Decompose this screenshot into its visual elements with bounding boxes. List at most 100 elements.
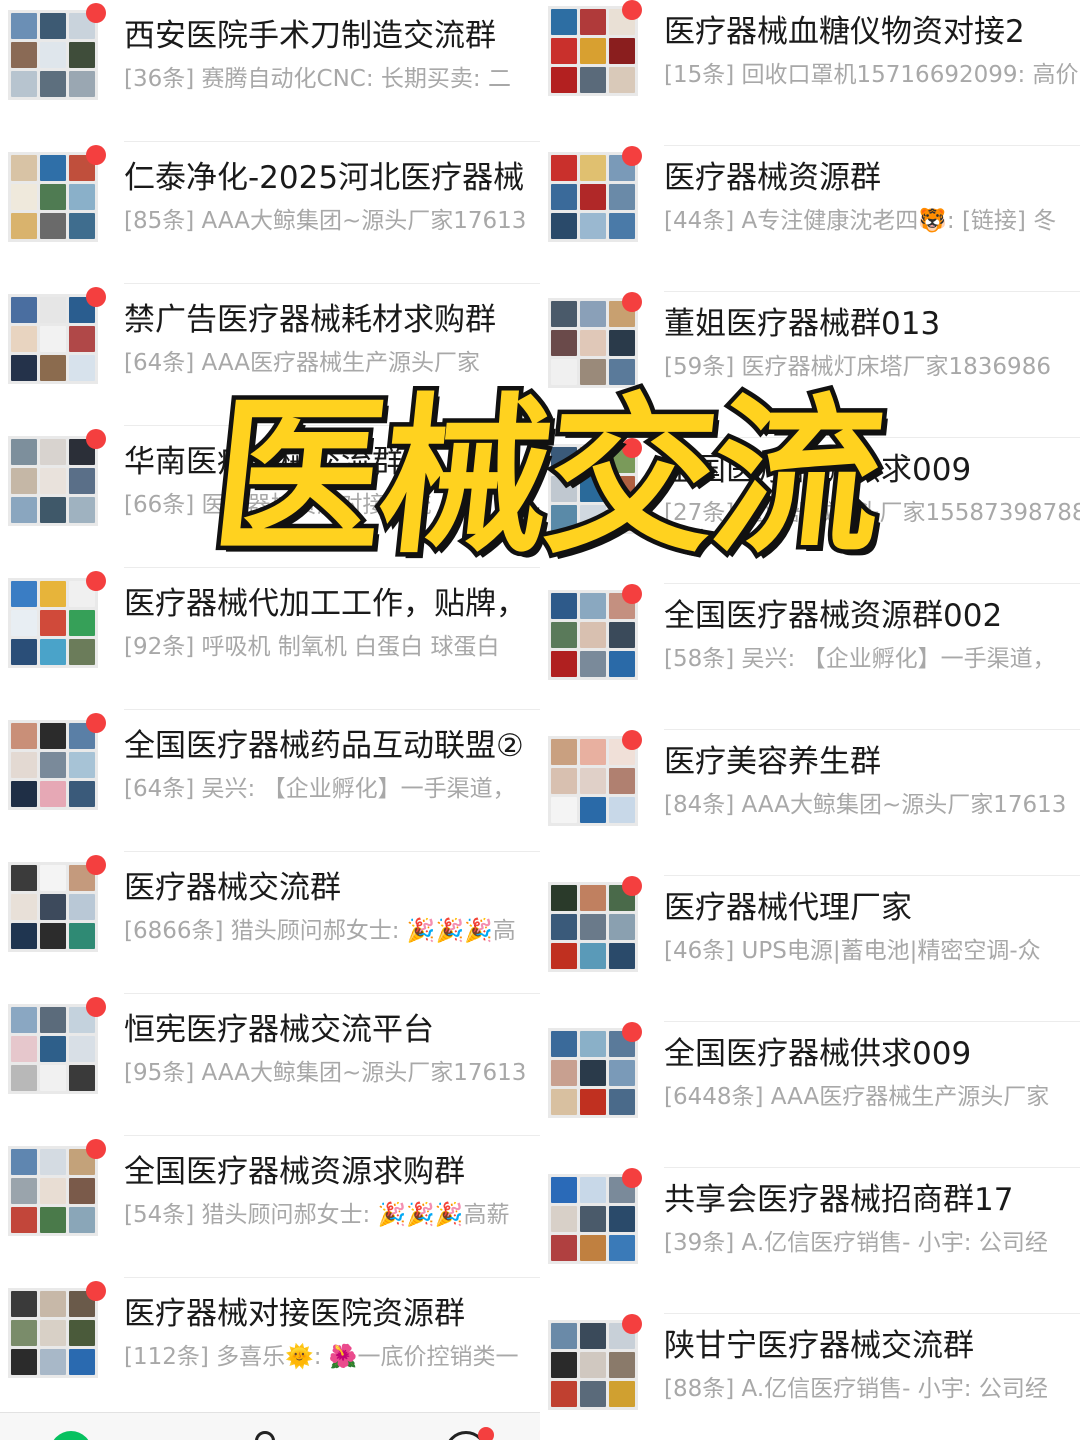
chat-list-item[interactable]: 全国医疗器械资源求购群 [54条] 猎头顾问郝女士: 🎉🎉🎉高薪 <box>0 1136 540 1278</box>
chat-title: 全国医疗器械供求009 <box>664 452 972 488</box>
avatar-tile <box>11 184 37 210</box>
chat-list-item[interactable]: 全国医疗器械资源群002 [58条] 吴兴: 【企业孵化】一手渠道， <box>540 584 1080 730</box>
avatar-tile <box>40 297 66 323</box>
avatar-tile <box>580 1031 606 1057</box>
avatar-tile <box>40 1207 66 1233</box>
unread-dot <box>622 1314 642 1334</box>
chat-preview: [64条] AAA医疗器械生产源头厂家 <box>124 350 481 376</box>
avatar-tile <box>69 497 95 523</box>
avatar-tile <box>551 1381 577 1407</box>
chat-title: 董姐医疗器械群013 <box>664 306 941 342</box>
avatar-tile <box>551 1177 577 1203</box>
group-avatar <box>8 862 98 952</box>
group-avatar <box>548 298 638 388</box>
avatar-tile <box>40 1349 66 1375</box>
avatar-tile <box>580 67 606 93</box>
chats-icon[interactable] <box>50 1431 92 1440</box>
chat-preview: [27条] 医疗器械源头厂家15587398788 <box>664 500 1080 526</box>
avatar-tile <box>40 184 66 210</box>
avatar-tile <box>580 359 606 385</box>
avatar-tile <box>551 739 577 765</box>
contacts-icon[interactable] <box>255 1431 275 1440</box>
chat-list-item[interactable]: 医疗器械资源群 [44条] A专注健康沈老四🐯: [链接] 冬 <box>540 146 1080 292</box>
avatar-tile <box>40 581 66 607</box>
unread-dot <box>86 3 106 23</box>
avatar-tile <box>40 1320 66 1346</box>
avatar-tile <box>551 155 577 181</box>
avatar-tile <box>11 497 37 523</box>
chat-list-item[interactable]: 全国医疗器械供求009 [6448条] AAA医疗器械生产源头厂家 <box>540 1022 1080 1168</box>
avatar-tile <box>609 622 635 648</box>
chat-list-item[interactable]: 共享会医疗器械招商群17 [39条] A.亿信医疗销售- 小宇: 公司经 <box>540 1168 1080 1314</box>
chat-title: 全国医疗器械资源求购群 <box>124 1154 465 1190</box>
avatar-tile <box>11 1291 37 1317</box>
avatar-tile <box>580 155 606 181</box>
chat-title: 医疗器械代加工工作，贴牌， <box>124 586 527 622</box>
chat-preview: [66条] 医疗器械资源对接交流 <box>124 492 432 518</box>
avatar-tile <box>609 1089 635 1115</box>
avatar-tile <box>40 42 66 68</box>
chat-title: 医疗器械血糖仪物资对接2 <box>664 14 1025 50</box>
avatar-tile <box>40 865 66 891</box>
chat-preview: [44条] A专注健康沈老四🐯: [链接] 冬 <box>664 208 1057 234</box>
avatar-tile <box>609 476 635 502</box>
avatar-tile <box>551 885 577 911</box>
chat-list-item[interactable]: 医疗美容养生群 [84条] AAA大鲸集团~源头厂家17613 <box>540 730 1080 876</box>
chat-list-item[interactable]: 全国医疗器械药品互动联盟② [64条] 吴兴: 【企业孵化】一手渠道， <box>0 710 540 852</box>
avatar-tile <box>609 38 635 64</box>
avatar-tile <box>40 1178 66 1204</box>
chat-list-item[interactable]: 全国医疗器械供求009 [27条] 医疗器械源头厂家15587398788 <box>540 438 1080 584</box>
avatar-tile <box>580 739 606 765</box>
chat-list-item[interactable]: 医疗器械代理厂家 [46条] UPS电源|蓄电池|精密空调-众 <box>540 876 1080 1022</box>
chat-list-item[interactable]: 西安医院手术刀制造交流群 [36条] 赛腾自动化CNC: 长期买卖: 二 <box>0 0 540 142</box>
chat-preview: [6866条] 猎头顾问郝女士: 🎉🎉🎉高 <box>124 918 516 944</box>
avatar-tile <box>11 1207 37 1233</box>
chat-list-item[interactable]: 恒宪医疗器械交流平台 [95条] AAA大鲸集团~源头厂家17613 <box>0 994 540 1136</box>
chat-preview: [85条] AAA大鲸集团~源头厂家17613 <box>124 208 527 234</box>
avatar-tile <box>609 184 635 210</box>
unread-dot <box>622 1022 642 1042</box>
avatar-tile <box>69 1349 95 1375</box>
avatar-tile <box>580 447 606 473</box>
avatar-tile <box>580 9 606 35</box>
avatar-tile <box>11 297 37 323</box>
group-avatar <box>8 1146 98 1236</box>
chat-list-item[interactable]: 医疗器械血糖仪物资对接2 [15条] 回收口罩机15716692099: 高价 <box>540 0 1080 146</box>
avatar-tile <box>11 1036 37 1062</box>
avatar-tile <box>580 38 606 64</box>
chat-list-item[interactable]: 陕甘宁医疗器械交流群 [88条] A.亿信医疗销售- 小宇: 公司经 <box>540 1314 1080 1440</box>
chat-list-item[interactable]: 医疗器械交流群 [6866条] 猎头顾问郝女士: 🎉🎉🎉高 <box>0 852 540 994</box>
avatar-tile <box>69 752 95 778</box>
avatar-tile <box>11 468 37 494</box>
avatar-tile <box>551 184 577 210</box>
group-avatar <box>548 1174 638 1264</box>
chat-list-item[interactable]: 华南医疗器械交流群 [66条] 医疗器械资源对接交流 <box>0 426 540 568</box>
chat-preview: [112条] 多喜乐🌞: 🌺一底价控销类一 <box>124 1344 519 1370</box>
chat-title: 医疗器械资源群 <box>664 160 881 196</box>
chat-list-item[interactable]: 禁广告医疗器械耗材求购群 [64条] AAA医疗器械生产源头厂家 <box>0 284 540 426</box>
avatar-tile <box>551 505 577 531</box>
chat-list-item[interactable]: 董姐医疗器械群013 [59条] 医疗器械灯床塔厂家1836986 <box>540 292 1080 438</box>
avatar-tile <box>11 213 37 239</box>
avatar-tile <box>11 1320 37 1346</box>
avatar-tile <box>551 593 577 619</box>
chat-preview: [46条] UPS电源|蓄电池|精密空调-众 <box>664 938 1041 964</box>
unread-dot <box>86 1139 106 1159</box>
avatar-tile <box>580 1235 606 1261</box>
chat-title: 恒宪医疗器械交流平台 <box>124 1012 434 1048</box>
avatar-tile <box>580 213 606 239</box>
avatar-tile <box>609 1352 635 1378</box>
chat-list-item[interactable]: 医疗器械代加工工作，贴牌， [92条] 呼吸机 制氧机 白蛋白 球蛋白 <box>0 568 540 710</box>
chat-preview: [95条] AAA大鲸集团~源头厂家17613 <box>124 1060 527 1086</box>
chat-list-item[interactable]: 仁泰净化-2025河北医疗器械 [85条] AAA大鲸集团~源头厂家17613 <box>0 142 540 284</box>
avatar-tile <box>551 622 577 648</box>
avatar-tile <box>40 752 66 778</box>
avatar-tile <box>551 797 577 823</box>
chat-list-item[interactable]: 医疗器械对接医院资源群 [112条] 多喜乐🌞: 🌺一底价控销类一 <box>0 1278 540 1420</box>
unread-dot <box>622 876 642 896</box>
chat-title: 医疗器械交流群 <box>124 870 341 906</box>
group-avatar <box>8 294 98 384</box>
unread-dot <box>86 1281 106 1301</box>
group-avatar <box>548 590 638 680</box>
avatar-tile <box>40 894 66 920</box>
